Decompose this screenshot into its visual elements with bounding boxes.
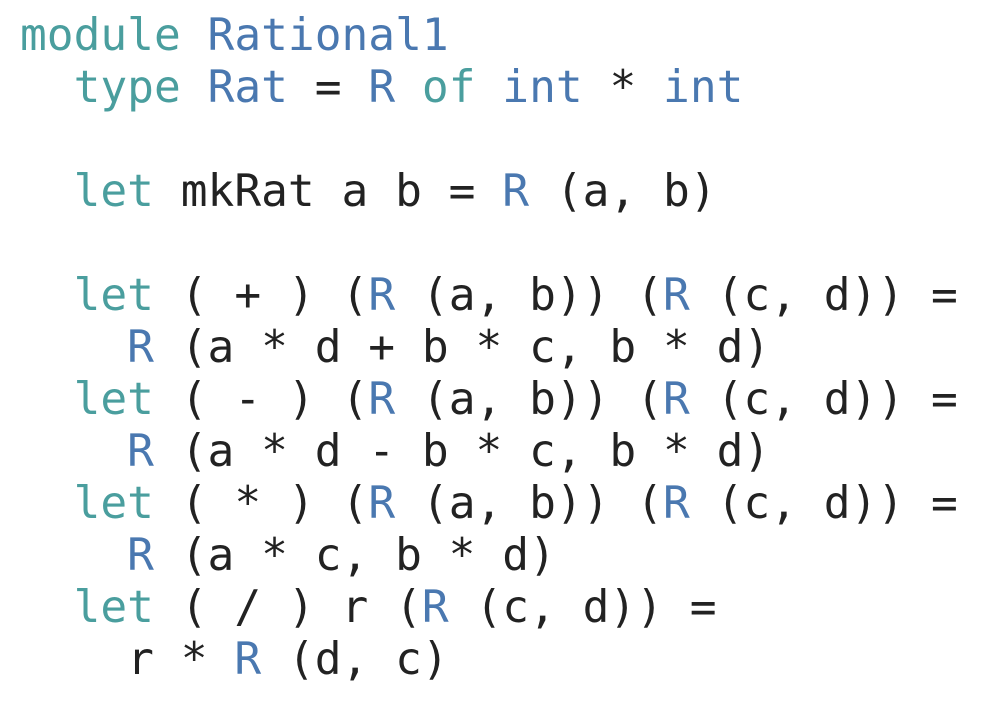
code-line-type: type Rat = R of int * int (20, 62, 744, 114)
keyword-of: of (421, 62, 476, 113)
code-text: ( / ) r ( (153, 582, 422, 633)
constructor-r: R (127, 322, 154, 373)
code-line-plus-body: R (a * d + b * c, b * d) (20, 322, 770, 374)
constructor-r: R (368, 270, 396, 321)
code-text: (c, d)) = (689, 478, 958, 529)
code-text: (a * c, b * d) (153, 530, 556, 581)
code-line-times-body: R (a * c, b * d) (20, 530, 556, 582)
type-int: int (502, 62, 583, 113)
code-line-let-divide: let ( / ) r (R (c, d)) = (20, 582, 717, 634)
code-line-let-minus: let ( - ) (R (a, b)) (R (c, d)) = (20, 374, 958, 426)
code-text: (a * d + b * c, b * d) (153, 322, 771, 373)
constructor-r: R (368, 478, 396, 529)
tuple-star: * (582, 62, 664, 113)
code-line-let-plus: let ( + ) (R (a, b)) (R (c, d)) = (20, 270, 958, 322)
code-text: r * (127, 634, 235, 685)
type-name: Rat (207, 62, 288, 113)
constructor-r: R (368, 374, 396, 425)
code-text: ( * ) ( (153, 478, 369, 529)
code-line-mkrat: let mkRat a b = R (a, b) (20, 166, 717, 218)
code-text: ( + ) ( (153, 270, 369, 321)
module-name: Rational1 (207, 10, 449, 61)
code-block: module Rational1 type Rat = R of int * i… (0, 0, 994, 712)
equals: = (287, 62, 369, 113)
code-text: (d, c) (261, 634, 449, 685)
constructor-r: R (663, 374, 690, 425)
constructor-r: R (127, 530, 154, 581)
code-text: (c, d)) = (689, 270, 958, 321)
code-text: (a * d - b * c, b * d) (153, 426, 771, 477)
code-text: mkRat a b = (153, 166, 503, 217)
code-line-module: module Rational1 (20, 10, 449, 62)
constructor-r: R (368, 62, 396, 113)
keyword-let: let (73, 166, 154, 217)
keyword-let: let (73, 478, 154, 529)
keyword-module: module (20, 10, 181, 61)
code-text: ( - ) ( (153, 374, 369, 425)
code-text: (a, b)) ( (395, 374, 664, 425)
keyword-let: let (73, 270, 154, 321)
constructor-r: R (502, 166, 530, 217)
code-text: (c, d)) = (448, 582, 717, 633)
keyword-let: let (73, 582, 154, 633)
code-text: (a, b) (529, 166, 717, 217)
constructor-r: R (663, 478, 690, 529)
code-line-divide-body: r * R (d, c) (20, 634, 449, 686)
code-line-minus-body: R (a * d - b * c, b * d) (20, 426, 770, 478)
code-text: (c, d)) = (689, 374, 958, 425)
constructor-r: R (234, 634, 262, 685)
constructor-r: R (127, 426, 154, 477)
code-line-let-times: let ( * ) (R (a, b)) (R (c, d)) = (20, 478, 958, 530)
constructor-r: R (663, 270, 690, 321)
code-text: (a, b)) ( (395, 270, 664, 321)
constructor-r: R (421, 582, 449, 633)
keyword-type: type (73, 62, 181, 113)
type-int: int (663, 62, 744, 113)
code-text: (a, b)) ( (395, 478, 664, 529)
keyword-let: let (73, 374, 154, 425)
